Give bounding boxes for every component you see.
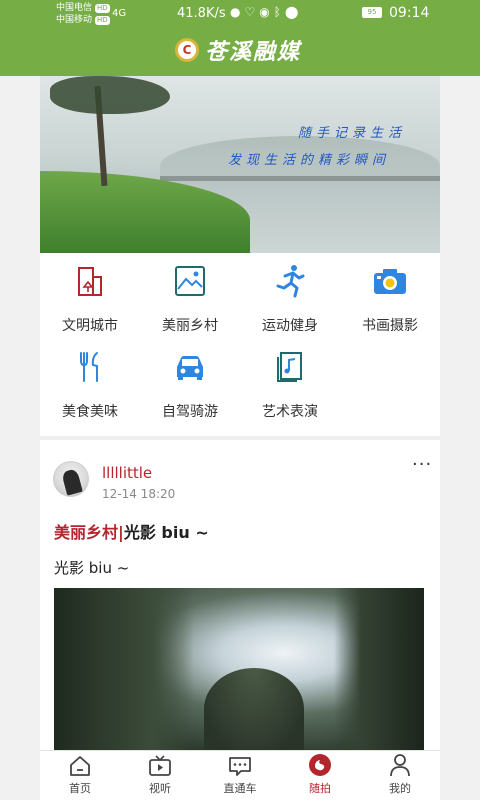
net-speed: 41.8K/s [177, 6, 226, 21]
hero-banner[interactable]: 随手记录生活 发现生活的精彩瞬间 [40, 76, 440, 253]
category-food[interactable]: 美食美味 [40, 339, 140, 425]
logo-mark: C [175, 38, 199, 62]
category-label: 自驾骑游 [162, 404, 218, 420]
top-bar: 中国电信 HD 中国移动 HD 4G 41.8K/s ●♡◉ᛒ⬤ 95 09:14 … [0, 0, 480, 76]
tab-mine[interactable]: 我的 [360, 751, 440, 800]
category-label: 文明城市 [62, 318, 118, 334]
category-label: 书画摄影 [362, 318, 418, 334]
post-username[interactable]: lllllittle [102, 464, 152, 482]
banner-slogan-1: 随手记录生活 [298, 126, 407, 141]
clock: 09:14 [389, 5, 430, 21]
category-beautiful-village[interactable]: 美丽乡村 [140, 253, 240, 339]
tab-video[interactable]: 视听 [120, 751, 200, 800]
tab-label: 随拍 [309, 782, 331, 795]
tab-label: 直通车 [223, 782, 257, 795]
category-sports[interactable]: 运动健身 [240, 253, 340, 339]
status-bar: 中国电信 HD 中国移动 HD 4G 41.8K/s ●♡◉ᛒ⬤ 95 09:14 [0, 0, 480, 28]
post-photo[interactable] [54, 588, 424, 750]
post-topic-tag[interactable]: 美丽乡村| [54, 523, 124, 542]
home-icon [40, 751, 120, 777]
category-label: 美食美味 [62, 404, 118, 420]
photo-trees-middle [204, 668, 304, 750]
tab-label: 视听 [149, 782, 171, 795]
tab-snap[interactable]: 随拍 [280, 751, 360, 800]
heart-icon: ♡ [244, 5, 260, 19]
signal-icon: 4G [112, 8, 127, 19]
photo-trees-left [54, 588, 194, 750]
tv-icon [120, 751, 200, 777]
category-civilized-city[interactable]: 文明城市 [40, 253, 140, 339]
landscape-icon [172, 263, 208, 299]
carrier-2: 中国移动 [56, 15, 93, 25]
category-painting-photography[interactable]: 书画摄影 [340, 253, 440, 339]
category-label: 运动健身 [262, 318, 318, 334]
post-time: 12-14 18:20 [102, 487, 176, 501]
left-margin [0, 76, 40, 800]
category-grid: 文明城市 美丽乡村 运动健身 书画摄影 美食美味 自驾骑游 艺术表演 [40, 253, 440, 436]
app-name: 苍溪融媒 [205, 39, 302, 65]
music-icon [272, 349, 308, 385]
category-label: 美丽乡村 [162, 318, 218, 334]
bluetooth-icon: ᛒ [273, 5, 285, 19]
carrier-info: 中国电信 HD 中国移动 HD [56, 2, 110, 26]
post-title[interactable]: 美丽乡村|光影 biu ~ [54, 519, 209, 543]
location-icon: ⬤ [284, 5, 303, 19]
right-margin [440, 76, 480, 800]
avatar[interactable] [53, 461, 89, 497]
banner-slogan-2: 发现生活的精彩瞬间 [228, 153, 391, 168]
bottom-tab-bar: 首页 视听 直通车 随拍 我的 [40, 750, 440, 800]
tab-label: 首页 [69, 782, 91, 795]
eye-icon: ◉ [259, 5, 274, 19]
notification-icon: ● [230, 5, 245, 19]
status-icons: ●♡◉ᛒ⬤ [230, 5, 302, 19]
banner-bridge [160, 176, 440, 181]
building-icon [72, 263, 108, 299]
post-title-text: 光影 biu ~ [123, 523, 209, 542]
banner-tree-canopy [50, 76, 170, 114]
hd-badge-2: HD [95, 16, 110, 25]
category-road-trip[interactable]: 自驾骑游 [140, 339, 240, 425]
carrier-1: 中国电信 [56, 3, 93, 13]
photo-trees-right [334, 588, 424, 750]
category-art-performance[interactable]: 艺术表演 [240, 339, 340, 425]
running-icon [272, 263, 308, 299]
tab-home[interactable]: 首页 [40, 751, 120, 800]
camera-icon [372, 263, 408, 299]
more-options-icon[interactable]: ··· [412, 454, 432, 475]
snap-icon [280, 751, 360, 777]
message-icon [200, 751, 280, 777]
avatar-figure [61, 468, 83, 496]
battery-icon: 95 [362, 7, 382, 18]
utensils-icon [72, 349, 108, 385]
tab-label: 我的 [389, 782, 411, 795]
post-card[interactable]: lllllittle 12-14 18:20 ··· 美丽乡村|光影 biu ~… [40, 440, 440, 750]
app-screen: 中国电信 HD 中国移动 HD 4G 41.8K/s ●♡◉ᛒ⬤ 95 09:14 … [0, 0, 480, 800]
car-icon [172, 349, 208, 385]
category-label: 艺术表演 [262, 404, 318, 420]
tab-express[interactable]: 直通车 [200, 751, 280, 800]
post-body: 光影 biu ~ [54, 559, 130, 577]
hd-badge-1: HD [95, 4, 110, 13]
user-icon [360, 751, 440, 777]
app-logo: C 苍溪融媒 [175, 36, 302, 65]
